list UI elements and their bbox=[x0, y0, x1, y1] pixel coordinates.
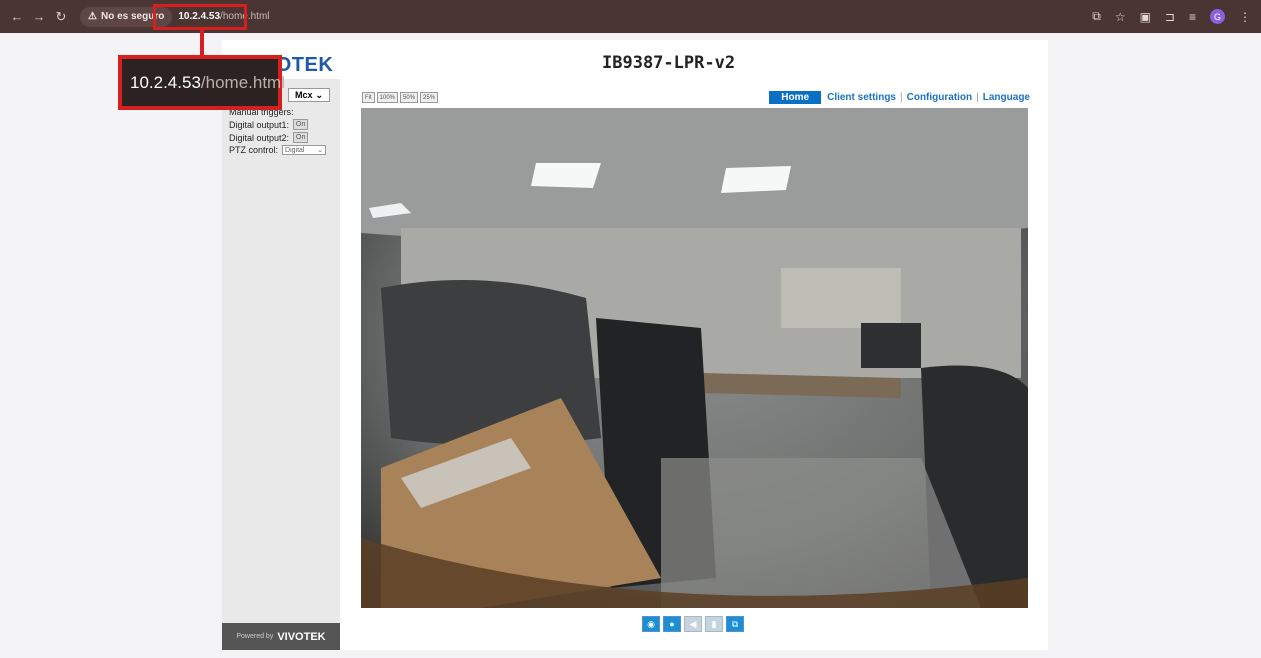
mode-select-value: Mcx bbox=[294, 90, 313, 100]
mode-select[interactable]: Mcx ⌄ bbox=[288, 88, 330, 102]
powered-by-label: Powered by bbox=[236, 633, 274, 640]
powered-by-footer: Powered by VIVOTEK bbox=[222, 623, 340, 650]
save-icon[interactable]: ▣ bbox=[1140, 10, 1151, 24]
snapshot-icon[interactable]: ◉ bbox=[642, 616, 660, 632]
digital-output2-label: Digital output2: bbox=[229, 132, 290, 143]
browser-actions: ⧉ ☆ ▣ ⊐ ≡ G ⋮ bbox=[1092, 0, 1251, 33]
camera-web-page: VIVOTEK IB9387-LPR-v2 Mcx ⌄ Manual trigg… bbox=[222, 40, 1048, 650]
zoom-100-button[interactable]: 100% bbox=[376, 92, 399, 103]
bookmark-star-icon[interactable]: ☆ bbox=[1115, 10, 1126, 24]
ptz-control-row: PTZ control: Digital ⌄ bbox=[229, 145, 327, 155]
ptz-control-value: Digital bbox=[285, 146, 305, 154]
ptz-control-label: PTZ control: bbox=[229, 145, 279, 155]
callout-connector bbox=[200, 30, 204, 56]
live-video-view[interactable] bbox=[361, 108, 1028, 608]
translate-icon[interactable]: ⧉ bbox=[1092, 9, 1101, 24]
ptz-control-select[interactable]: Digital ⌄ bbox=[282, 145, 327, 155]
view-size-buttons: Fit 100% 50% 25% bbox=[362, 92, 439, 103]
nav-home[interactable]: Home bbox=[769, 91, 822, 104]
back-icon[interactable]: ← bbox=[6, 9, 28, 24]
digital-output1-button[interactable]: On bbox=[293, 119, 309, 130]
chevron-down-icon: ⌄ bbox=[317, 147, 324, 154]
profile-avatar[interactable]: G bbox=[1210, 9, 1225, 24]
reading-list-icon[interactable]: ≡ bbox=[1189, 10, 1196, 24]
digital-output1-row: Digital output1: On bbox=[229, 119, 309, 130]
nav-separator: | bbox=[900, 92, 903, 103]
powered-by-brand: VIVOTEK bbox=[277, 630, 326, 643]
zoom-fit-button[interactable]: Fit bbox=[362, 92, 375, 103]
url-highlight-box bbox=[153, 4, 247, 30]
menu-icon[interactable]: ⋮ bbox=[1239, 10, 1251, 24]
sidebar: Mcx ⌄ Manual triggers: Digital output1: … bbox=[222, 79, 340, 650]
nav-configuration[interactable]: Configuration bbox=[907, 92, 973, 103]
nav-separator: | bbox=[976, 92, 979, 103]
digital-output2-button[interactable]: On bbox=[293, 132, 309, 143]
nav-language[interactable]: Language bbox=[983, 92, 1030, 103]
page-title: IB9387-LPR-v2 bbox=[602, 53, 736, 73]
url-callout: 10.2.4.53/home.html bbox=[118, 55, 285, 110]
top-navigation: Home Client settings | Configuration | L… bbox=[769, 91, 1030, 104]
extensions-icon[interactable]: ⊐ bbox=[1165, 10, 1175, 24]
reload-icon[interactable]: ↻ bbox=[50, 9, 72, 25]
fullscreen-icon[interactable]: ⧉ bbox=[726, 616, 744, 632]
mic-icon[interactable]: ▮ bbox=[705, 616, 723, 632]
video-frame bbox=[361, 108, 1028, 608]
nav-client-settings[interactable]: Client settings bbox=[827, 92, 896, 103]
chevron-down-icon: ⌄ bbox=[315, 89, 324, 100]
warning-icon: ⚠ bbox=[88, 11, 97, 22]
digital-output1-label: Digital output1: bbox=[229, 119, 290, 130]
forward-icon[interactable]: → bbox=[28, 9, 50, 24]
callout-url-path: /home.html bbox=[200, 72, 285, 92]
digital-output2-row: Digital output2: On bbox=[229, 132, 309, 143]
zoom-50-button[interactable]: 50% bbox=[400, 92, 419, 103]
callout-url-host: 10.2.4.53 bbox=[130, 72, 201, 92]
zoom-25-button[interactable]: 25% bbox=[420, 92, 439, 103]
video-controls: ◉ ● ◀ ▮ ⧉ bbox=[642, 616, 744, 632]
record-icon[interactable]: ● bbox=[663, 616, 681, 632]
volume-icon[interactable]: ◀ bbox=[684, 616, 702, 632]
